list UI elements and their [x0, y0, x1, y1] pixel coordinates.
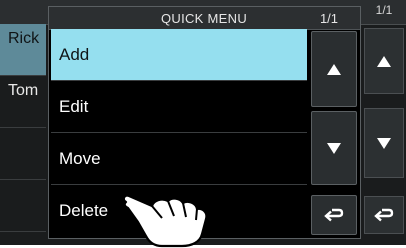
- menu-item-add[interactable]: Add: [51, 29, 307, 81]
- menu-item-label: Delete: [59, 201, 109, 220]
- menu-item-edit[interactable]: Edit: [51, 81, 307, 133]
- quick-menu: QUICK MENU 1/1 Add Edit Move Delete: [48, 6, 361, 239]
- background-row-tom[interactable]: Tom: [0, 76, 46, 128]
- menu-item-move[interactable]: Move: [51, 133, 307, 185]
- scroll-down-button[interactable]: [311, 111, 357, 185]
- back-button[interactable]: [311, 195, 357, 235]
- background-down-button[interactable]: [364, 108, 404, 178]
- triangle-down-icon: [377, 137, 391, 149]
- background-row-empty: [0, 180, 46, 232]
- menu-item-label: Edit: [59, 96, 89, 116]
- return-arrow-icon: [374, 208, 394, 222]
- return-arrow-icon: [324, 208, 344, 222]
- quick-menu-header: QUICK MENU 1/1: [49, 7, 360, 30]
- background-row-empty: [0, 128, 46, 180]
- triangle-up-icon: [377, 55, 391, 67]
- quick-menu-title: QUICK MENU: [160, 11, 248, 26]
- menu-item-delete[interactable]: Delete: [51, 185, 307, 237]
- radio-screen: 1/1 Rick Tom QUICK MENU 1/1 Add Edit Mov…: [0, 0, 406, 248]
- background-page-index: 1/1: [375, 3, 393, 17]
- quick-menu-page-index: 1/1: [319, 11, 339, 26]
- background-row-label: Tom: [8, 82, 39, 99]
- background-back-button[interactable]: [364, 196, 404, 234]
- menu-item-label: Move: [59, 148, 101, 168]
- background-row-label: Rick: [8, 30, 40, 47]
- background-row-rick[interactable]: Rick: [0, 24, 46, 76]
- menu-item-label: Add: [59, 44, 90, 64]
- triangle-down-icon: [327, 142, 341, 154]
- scroll-up-button[interactable]: [311, 31, 357, 107]
- triangle-up-icon: [327, 63, 341, 75]
- background-up-button[interactable]: [364, 28, 404, 94]
